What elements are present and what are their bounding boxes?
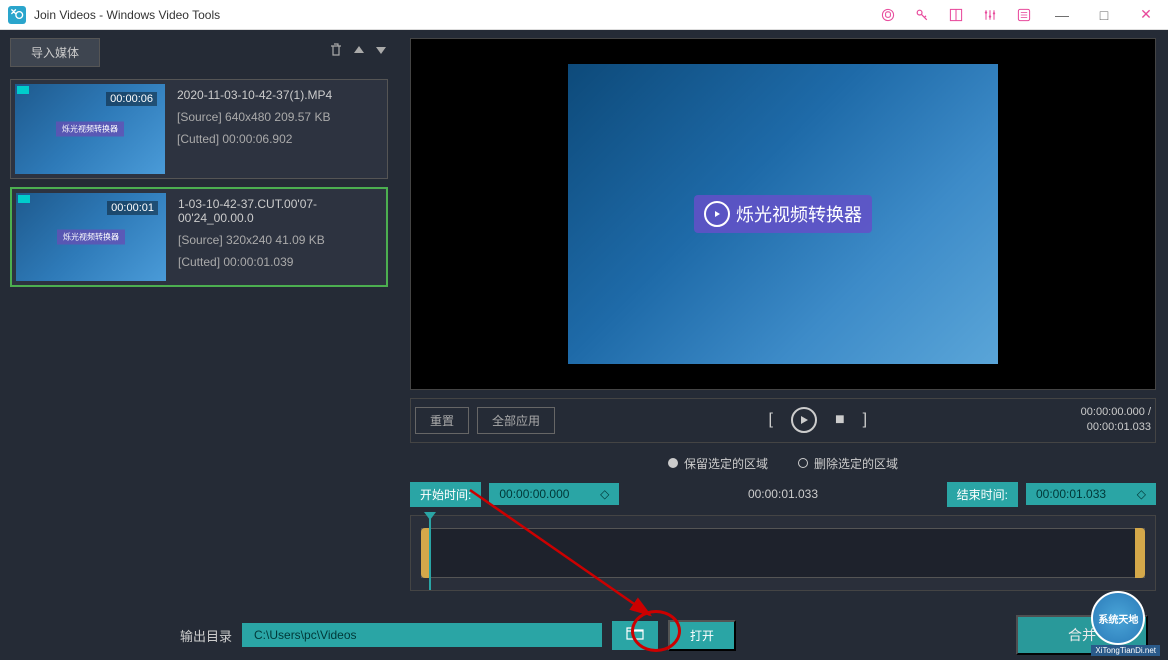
preview-area: 烁光视频转换器 重置 全部应用 [ ■ ] 00:00:00.000 / 00:… [398, 30, 1168, 610]
time-current: 00:00:00.000 / [1081, 405, 1151, 420]
media-thumbnail: 00:00:06 烁光视频转换器 [15, 84, 165, 174]
media-item[interactable]: 00:00:01 烁光视频转换器 1-03-10-42-37.CUT.00'07… [10, 187, 388, 287]
media-filename: 2020-11-03-10-42-37(1).MP4 [177, 88, 379, 102]
preview-logo-icon [704, 201, 730, 227]
folder-icon [626, 626, 644, 640]
bottom-bar: 输出目录 C:\Users\pc\Videos 打开 合并 [0, 610, 1168, 660]
remove-region-radio[interactable]: 删除选定的区域 [798, 455, 898, 472]
timeline-handle-end[interactable] [1135, 528, 1145, 578]
import-media-button[interactable]: 导入媒体 [10, 38, 100, 67]
timeline-cursor[interactable] [429, 516, 431, 590]
media-item[interactable]: 00:00:06 烁光视频转换器 2020-11-03-10-42-37(1).… [10, 79, 388, 179]
region-options: 保留选定的区域 删除选定的区域 [410, 449, 1156, 478]
trash-icon[interactable] [328, 42, 344, 63]
output-path-field[interactable]: C:\Users\pc\Videos [242, 623, 602, 647]
shop-icon[interactable] [878, 5, 898, 25]
end-time-label: 结束时间: [947, 482, 1018, 507]
maximize-button[interactable]: □ [1090, 5, 1118, 25]
app-icon [8, 6, 26, 24]
media-cutted-info: [Cutted] 00:00:01.039 [178, 255, 378, 269]
watermark: 系统天地 XiTongTianDi.net [1091, 591, 1160, 656]
open-button[interactable]: 打开 [668, 620, 736, 651]
stop-button[interactable]: ■ [835, 411, 845, 429]
thumbnail-duration: 00:00:06 [106, 92, 157, 106]
close-button[interactable]: ✕ [1132, 5, 1160, 25]
media-filename: 1-03-10-42-37.CUT.00'07-00'24_00.00.0 [178, 197, 378, 225]
preview-logo-text: 烁光视频转换器 [736, 201, 862, 227]
media-cutted-info: [Cutted] 00:00:06.902 [177, 132, 379, 146]
spinner-icon[interactable]: ◇ [600, 487, 609, 501]
reset-button[interactable]: 重置 [415, 407, 469, 434]
minimize-button[interactable]: — [1048, 5, 1076, 25]
spinner-icon[interactable]: ◇ [1137, 487, 1146, 501]
titlebar: Join Videos - Windows Video Tools — □ ✕ [0, 0, 1168, 30]
menu-icon[interactable] [1014, 5, 1034, 25]
thumbnail-duration: 00:00:01 [107, 201, 158, 215]
playback-controls: 重置 全部应用 [ ■ ] 00:00:00.000 / 00:00:01.03… [410, 398, 1156, 443]
apply-all-button[interactable]: 全部应用 [477, 407, 555, 434]
play-button[interactable] [791, 407, 817, 433]
media-thumbnail: 00:00:01 烁光视频转换器 [16, 193, 166, 281]
time-total: 00:00:01.033 [1081, 420, 1151, 435]
media-source-info: [Source] 640x480 209.57 KB [177, 110, 379, 124]
start-time-label: 开始时间: [410, 482, 481, 507]
key-icon[interactable] [912, 5, 932, 25]
start-time-input[interactable]: 00:00:00.000◇ [489, 483, 619, 505]
output-dir-label: 输出目录 [180, 626, 232, 645]
keep-region-radio[interactable]: 保留选定的区域 [668, 455, 768, 472]
layout-icon[interactable] [946, 5, 966, 25]
timeline[interactable] [410, 515, 1156, 591]
duration-display: 00:00:01.033 [627, 487, 938, 501]
sidebar: 导入媒体 00:00:06 烁光视频转换器 2020-11-03-10-42-3… [0, 30, 398, 610]
bracket-right-icon[interactable]: ] [863, 411, 867, 429]
browse-folder-button[interactable] [612, 621, 658, 650]
media-source-info: [Source] 320x240 41.09 KB [178, 233, 378, 247]
video-preview[interactable]: 烁光视频转换器 [410, 38, 1156, 390]
move-up-icon[interactable] [352, 43, 366, 62]
window-title: Join Videos - Windows Video Tools [34, 8, 878, 22]
end-time-input[interactable]: 00:00:01.033◇ [1026, 483, 1156, 505]
bracket-left-icon[interactable]: [ [769, 411, 773, 429]
settings-icon[interactable] [980, 5, 1000, 25]
move-down-icon[interactable] [374, 43, 388, 62]
